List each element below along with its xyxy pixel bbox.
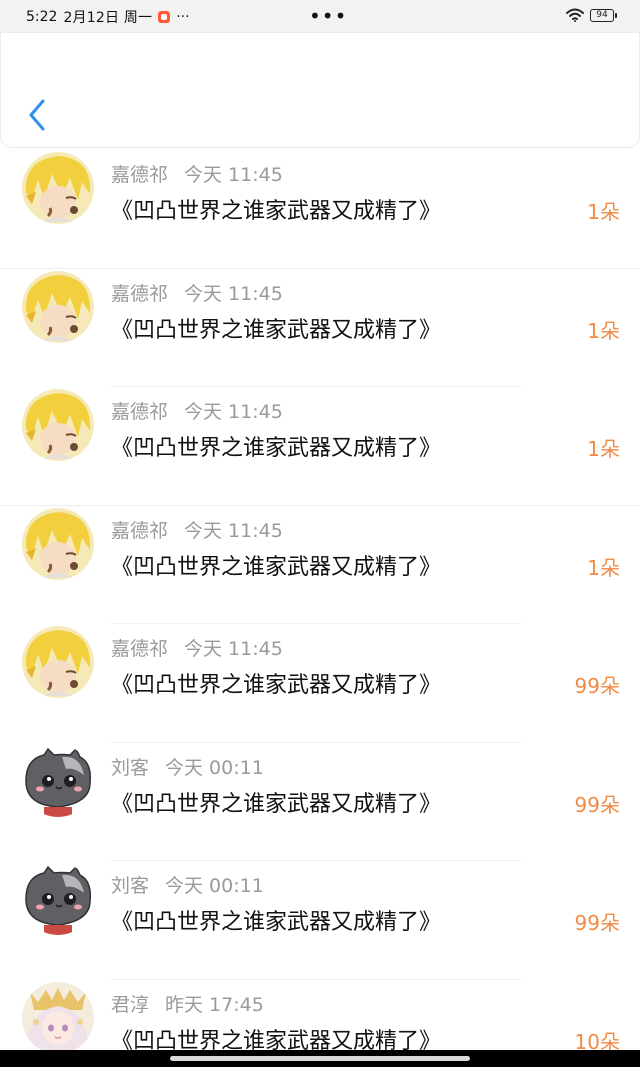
sender-name[interactable]: 嘉德祁 — [111, 638, 168, 660]
navigation-bar — [0, 1050, 640, 1067]
gray-cat-avatar — [22, 863, 94, 935]
timestamp: 今天 00:11 — [165, 756, 264, 779]
sender-name[interactable]: 嘉德祁 — [111, 520, 168, 542]
avatar[interactable] — [22, 507, 94, 580]
status-bar: 5:22 2月12日 周一 ··· ••• 94 — [0, 0, 640, 32]
timestamp: 昨天 17:45 — [165, 993, 264, 1016]
avatar[interactable] — [22, 152, 94, 224]
gift-amount: 99朵 — [574, 911, 620, 935]
work-title[interactable]: 《凹凸世界之谁家武器又成精了》 — [111, 786, 441, 818]
avatar[interactable] — [22, 744, 94, 817]
work-title[interactable]: 《凹凸世界之谁家武器又成精了》 — [111, 193, 441, 225]
back-button[interactable] — [19, 93, 55, 137]
avatar[interactable] — [22, 270, 94, 343]
sender-name[interactable]: 嘉德祁 — [111, 401, 168, 423]
multitask-dots[interactable]: ••• — [309, 4, 347, 28]
gift-amount: 1朵 — [587, 437, 620, 461]
work-title[interactable]: 《凹凸世界之谁家武器又成精了》 — [111, 312, 441, 344]
blonde-character-avatar — [22, 507, 94, 580]
list-item[interactable]: 嘉德祁 今天 11:45 《凹凸世界之谁家武器又成精了》 1朵 — [0, 506, 640, 624]
sender-line: 嘉德祁 今天 11:45 — [111, 516, 283, 543]
timestamp: 今天 11:45 — [184, 282, 283, 305]
status-right: 94 — [566, 8, 617, 22]
sender-line: 嘉德祁 今天 11:45 — [111, 160, 283, 187]
status-date: 2月12日 周一 — [63, 10, 153, 26]
timestamp: 今天 11:45 — [184, 164, 283, 186]
gift-amount: 1朵 — [587, 318, 620, 343]
list-item[interactable]: 刘客 今天 00:11 《凹凸世界之谁家武器又成精了》 99朵 — [0, 861, 640, 980]
list-item[interactable]: 嘉德祁 今天 11:45 《凹凸世界之谁家武器又成精了》 99朵 — [0, 624, 640, 743]
list-item[interactable]: 嘉德祁 今天 11:45 《凹凸世界之谁家武器又成精了》 1朵 — [0, 150, 640, 269]
timestamp: 今天 11:45 — [184, 401, 283, 423]
work-title[interactable]: 《凹凸世界之谁家武器又成精了》 — [111, 904, 441, 936]
list-item[interactable]: 嘉德祁 今天 11:45 《凹凸世界之谁家武器又成精了》 1朵 — [0, 387, 640, 506]
wifi-icon — [566, 8, 584, 22]
gift-amount: 1朵 — [587, 200, 620, 224]
app-notification-icon — [158, 11, 171, 23]
status-time: 5:22 — [26, 9, 58, 25]
timestamp: 今天 11:45 — [184, 638, 283, 660]
gift-amount: 1朵 — [587, 555, 620, 580]
blonde-character-avatar — [22, 389, 94, 461]
blonde-character-avatar — [22, 626, 94, 698]
avatar[interactable] — [22, 981, 94, 1054]
sender-line: 嘉德祁 今天 11:45 — [111, 397, 283, 424]
sender-name[interactable]: 刘客 — [111, 875, 149, 897]
sender-name[interactable]: 嘉德祁 — [111, 164, 168, 186]
list-item[interactable]: 嘉德祁 今天 11:45 《凹凸世界之谁家武器又成精了》 1朵 — [0, 269, 640, 387]
blonde-character-avatar — [22, 152, 94, 224]
home-indicator[interactable] — [170, 1056, 470, 1061]
status-left: 5:22 2月12日 周一 ··· — [26, 7, 190, 27]
sender-line: 君淳 昨天 17:45 — [111, 990, 264, 1017]
avatar[interactable] — [22, 389, 94, 461]
page-header — [0, 32, 640, 148]
fairy-girl-avatar — [22, 981, 94, 1054]
list-item[interactable]: 刘客 今天 00:11 《凹凸世界之谁家武器又成精了》 99朵 — [0, 743, 640, 861]
gift-record-list: 嘉德祁 今天 11:45 《凹凸世界之谁家武器又成精了》 1朵 嘉德祁 今天 11:… — [0, 150, 640, 1067]
sender-name[interactable]: 君淳 — [111, 994, 149, 1016]
sender-line: 刘客 今天 00:11 — [111, 753, 264, 780]
sender-line: 嘉德祁 今天 11:45 — [111, 634, 283, 661]
more-notifications-indicator: ··· — [176, 9, 190, 25]
timestamp: 今天 00:11 — [165, 875, 264, 897]
gray-cat-avatar — [22, 744, 94, 817]
blonde-character-avatar — [22, 270, 94, 343]
timestamp: 今天 11:45 — [184, 519, 283, 542]
chevron-left-icon — [29, 99, 45, 131]
avatar[interactable] — [22, 626, 94, 698]
work-title[interactable]: 《凹凸世界之谁家武器又成精了》 — [111, 667, 441, 699]
sender-name[interactable]: 刘客 — [111, 757, 149, 779]
battery-indicator: 94 — [590, 8, 617, 22]
sender-name[interactable]: 嘉德祁 — [111, 283, 168, 305]
work-title[interactable]: 《凹凸世界之谁家武器又成精了》 — [111, 430, 441, 462]
sender-line: 嘉德祁 今天 11:45 — [111, 279, 283, 306]
work-title[interactable]: 《凹凸世界之谁家武器又成精了》 — [111, 549, 441, 581]
gift-amount: 99朵 — [574, 792, 620, 817]
gift-amount: 99朵 — [574, 674, 620, 698]
sender-line: 刘客 今天 00:11 — [111, 871, 264, 898]
avatar[interactable] — [22, 863, 94, 935]
